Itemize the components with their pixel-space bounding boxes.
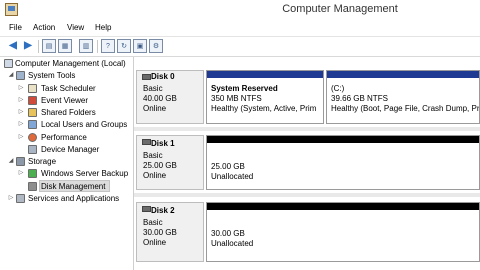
partition-health: Healthy (System, Active, Prim	[211, 104, 317, 113]
computer-management-app-icon[interactable]	[5, 3, 18, 16]
partition-health: Unallocated	[211, 172, 254, 181]
partition-unallocated[interactable]: 30.00 GB Unallocated	[206, 202, 480, 262]
disk-type: Basic	[143, 151, 163, 160]
toolbar-separator	[97, 40, 98, 53]
disk-type: Basic	[143, 218, 163, 227]
expand-arrow-icon[interactable]: ▷	[7, 193, 15, 204]
menu-bar: File Action View Help	[0, 20, 480, 37]
tree-item-disk-management[interactable]: Disk Management	[0, 181, 133, 192]
partition-color-bar	[207, 71, 323, 78]
disk-name: Disk 2	[151, 206, 175, 215]
disk-size: 25.00 GB	[143, 161, 177, 170]
tree-item-computer-management[interactable]: Computer Management (Local)	[0, 58, 133, 69]
partition-color-bar	[207, 136, 479, 143]
toolbar: ◀ ▶ ▤ ▦ ▥ ? ↻ ▣ ⚙	[0, 37, 480, 57]
partition-unallocated[interactable]: 25.00 GB Unallocated	[206, 135, 480, 190]
disk-status: Online	[143, 171, 167, 180]
disk-status: Online	[143, 104, 167, 113]
tree-item-services-applications[interactable]: ▷ Services and Applications	[0, 193, 133, 204]
disk-row: Disk 1 Basic 25.00 GB Online 25.00 GB Un…	[134, 135, 480, 190]
services-icon	[16, 194, 25, 203]
row-separator	[134, 193, 480, 197]
disk-icon	[142, 206, 151, 212]
disk-info-panel[interactable]: Disk 2 Basic 30.00 GB Online	[136, 202, 204, 262]
partition-color-bar	[207, 203, 479, 210]
tree-item-task-scheduler[interactable]: ▷ Task Scheduler	[0, 83, 133, 94]
device-manager-icon	[28, 145, 37, 154]
show-hide-tree-icon[interactable]: ▦	[58, 39, 72, 53]
expand-arrow-icon[interactable]: ▷	[17, 83, 25, 94]
disk-info-panel[interactable]: Disk 0 Basic 40.00 GB Online	[136, 70, 204, 124]
disk-info-panel[interactable]: Disk 1 Basic 25.00 GB Online	[136, 135, 204, 190]
menu-action[interactable]: Action	[33, 23, 55, 32]
expand-arrow-icon[interactable]: ▷	[17, 95, 25, 106]
menu-help[interactable]: Help	[95, 23, 111, 32]
navigation-tree: Computer Management (Local) ◢ System Too…	[0, 57, 134, 270]
partition-detail: 25.00 GB	[211, 162, 245, 171]
expand-arrow-icon[interactable]: ▷	[17, 119, 25, 130]
disk-name: Disk 0	[151, 72, 175, 81]
collapse-arrow-icon[interactable]: ◢	[7, 156, 15, 167]
tree-item-device-manager[interactable]: Device Manager	[0, 144, 133, 155]
window-title: Computer Management	[282, 3, 398, 15]
disk-row: Disk 0 Basic 40.00 GB Online System Rese…	[134, 70, 480, 124]
collapse-arrow-icon[interactable]: ◢	[7, 70, 15, 81]
partition-system-reserved[interactable]: System Reserved 350 MB NTFS Healthy (Sys…	[206, 70, 324, 124]
partition-label: (C:)	[331, 84, 345, 93]
partition-detail: 30.00 GB	[211, 229, 245, 238]
shared-folder-icon	[28, 108, 37, 117]
tree-item-performance[interactable]: ▷ Performance	[0, 132, 133, 143]
partition-health: Unallocated	[211, 239, 254, 248]
title-bar: Computer Management	[0, 0, 480, 20]
tree-item-system-tools[interactable]: ◢ System Tools	[0, 70, 133, 81]
up-folder-icon[interactable]: ▤	[42, 39, 56, 53]
refresh-icon[interactable]: ↻	[117, 39, 131, 53]
users-icon	[28, 120, 37, 129]
partition-label: System Reserved	[211, 84, 278, 93]
disk-management-icon	[28, 182, 37, 191]
disk-icon	[142, 139, 151, 145]
disk-type: Basic	[143, 84, 163, 93]
toolbar-separator	[38, 40, 39, 53]
partition-detail: 39.66 GB NTFS	[331, 94, 388, 103]
row-separator	[134, 127, 480, 131]
tools-icon	[16, 71, 25, 80]
partition-color-bar	[327, 71, 479, 78]
export-list-icon[interactable]: ▣	[133, 39, 147, 53]
tree-item-windows-server-backup[interactable]: ▷ Windows Server Backup	[0, 168, 133, 179]
disk-size: 40.00 GB	[143, 94, 177, 103]
disk-size: 30.00 GB	[143, 228, 177, 237]
partition-detail: 350 MB NTFS	[211, 94, 262, 103]
tree-item-local-users-groups[interactable]: ▷ Local Users and Groups	[0, 119, 133, 130]
tree-item-event-viewer[interactable]: ▷ Event Viewer	[0, 95, 133, 106]
settings-icon[interactable]: ⚙	[149, 39, 163, 53]
clock-icon	[28, 84, 37, 93]
expand-arrow-icon[interactable]: ▷	[17, 107, 25, 118]
menu-view[interactable]: View	[67, 23, 84, 32]
disk-name: Disk 1	[151, 139, 175, 148]
partition-health: Healthy (Boot, Page File, Crash Dump, Pr…	[331, 104, 479, 113]
forward-arrow-icon[interactable]: ▶	[21, 39, 35, 53]
event-log-icon	[28, 96, 37, 105]
backup-icon	[28, 169, 37, 178]
back-arrow-icon[interactable]: ◀	[6, 39, 20, 53]
storage-icon	[16, 157, 25, 166]
menu-file[interactable]: File	[9, 23, 22, 32]
disk-graphical-view: Disk 0 Basic 40.00 GB Online System Rese…	[134, 57, 480, 270]
expand-arrow-icon[interactable]: ▷	[17, 132, 25, 143]
properties-icon[interactable]: ▥	[79, 39, 93, 53]
disk-status: Online	[143, 238, 167, 247]
disk-row: Disk 2 Basic 30.00 GB Online 30.00 GB Un…	[134, 202, 480, 262]
tree-item-shared-folders[interactable]: ▷ Shared Folders	[0, 107, 133, 118]
disk-icon	[142, 74, 151, 80]
partition-c-drive[interactable]: (C:) 39.66 GB NTFS Healthy (Boot, Page F…	[326, 70, 480, 124]
computer-icon	[4, 59, 13, 68]
tree-item-storage[interactable]: ◢ Storage	[0, 156, 133, 167]
help-icon[interactable]: ?	[101, 39, 115, 53]
expand-arrow-icon[interactable]: ▷	[17, 168, 25, 179]
performance-icon	[28, 133, 37, 142]
